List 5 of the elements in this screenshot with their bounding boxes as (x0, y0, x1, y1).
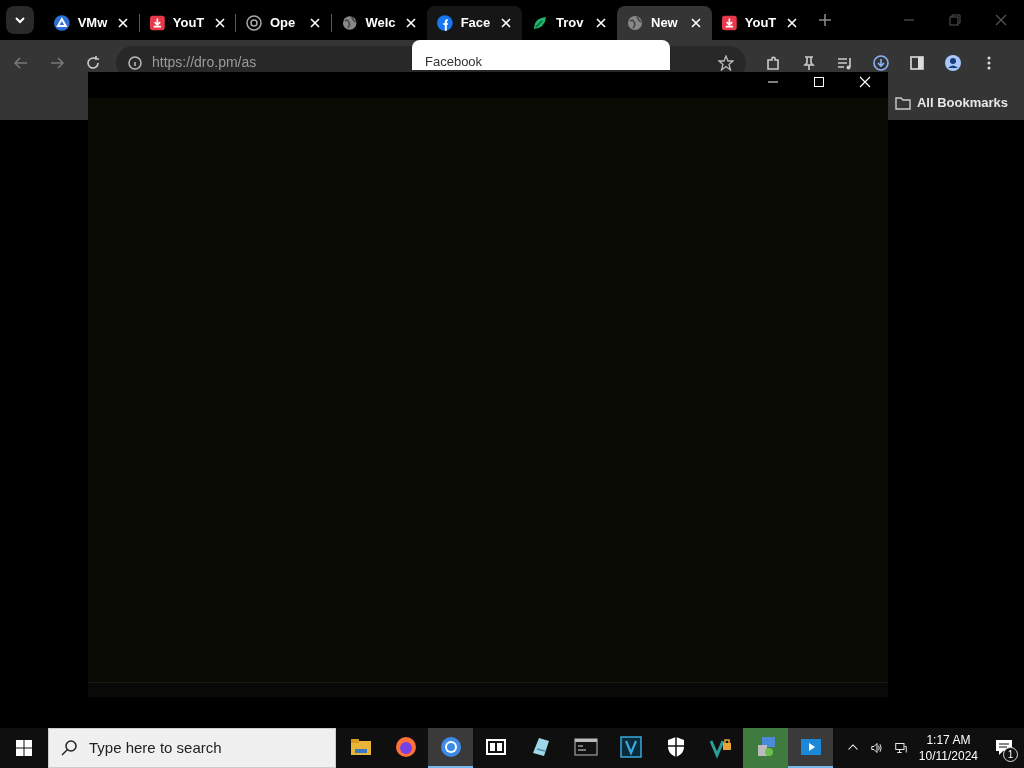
notification-count: 1 (1003, 747, 1018, 762)
clock-time: 1:17 AM (925, 731, 972, 748)
clock-date: 10/11/2024 (918, 748, 978, 765)
url-text: https://dro.pm/as (152, 53, 257, 72)
tooltip: Facebook (412, 40, 670, 70)
